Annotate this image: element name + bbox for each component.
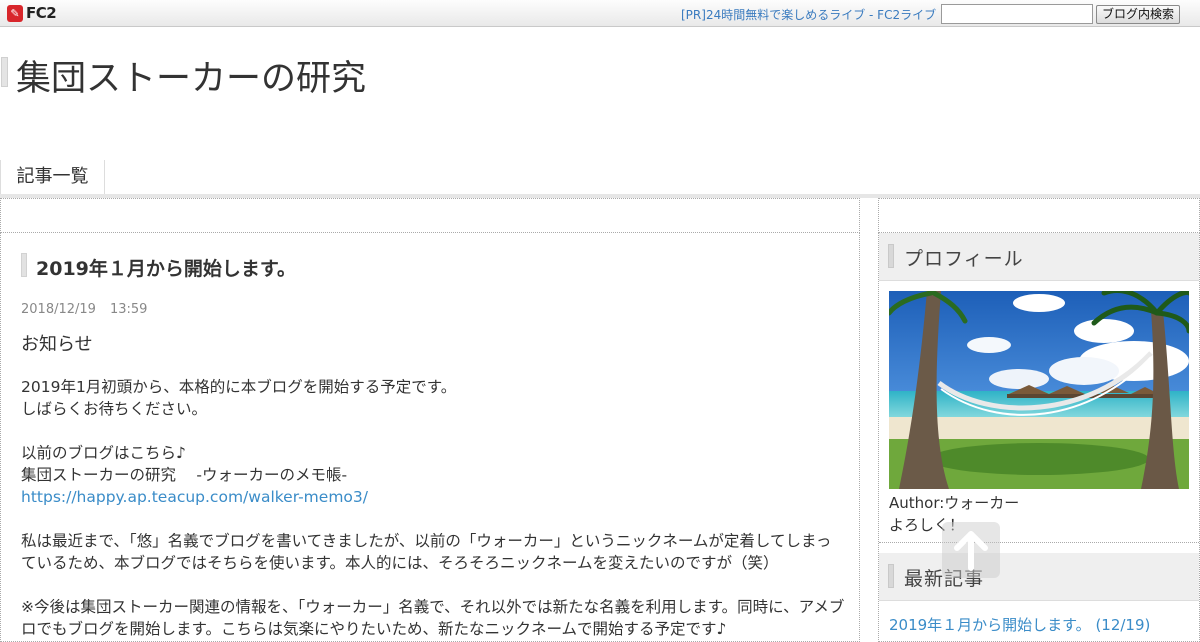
blog-search-button[interactable]: ブログ内検索 bbox=[1096, 5, 1180, 24]
entry-time: 13:59 bbox=[109, 302, 148, 317]
entry-datetime: 2018/12/19 13:59 bbox=[21, 302, 147, 317]
entry-date: 2018/12/19 bbox=[21, 302, 96, 317]
entry-category: お知らせ bbox=[21, 334, 93, 355]
entry-paragraph: 2019年1月初頭から、本格的に本ブログを開始する予定です。 しばらくお待ちくだ… bbox=[21, 378, 457, 418]
scroll-to-top-button[interactable] bbox=[942, 522, 1000, 578]
entry-paragraph: 以前のブログはこちら♪ 集団ストーカーの研究 -ウォーカーのメモ帳- bbox=[21, 444, 348, 484]
fc2-logo[interactable]: ✎ FC2 bbox=[7, 4, 57, 22]
profile-author: Author:ウォーカー bbox=[889, 494, 1020, 512]
old-blog-link[interactable]: https://happy.ap.teacup.com/walker-memo3… bbox=[21, 488, 368, 506]
hammock-beach-image bbox=[889, 291, 1189, 489]
entry-paragraph: 私は最近まで、「悠」名義でブログを書いてきましたが、以前の「ウォーカー」というニ… bbox=[21, 532, 832, 572]
nav-item-article-list[interactable]: 記事一覧 bbox=[0, 160, 105, 194]
entry-paragraph: ※今後は集団ストーカー関連の情報を、「ウォーカー」名義で、それ以外では新たな名義… bbox=[21, 598, 845, 638]
profile-heading-label: プロフィール bbox=[904, 248, 1024, 270]
fc2-top-bar: ✎ FC2 [PR]24時間無料で楽しめるライブ - FC2ライブ ブログ内検索 bbox=[0, 0, 1200, 27]
sidebar-divider bbox=[879, 542, 1199, 543]
entry-body: 2019年1月初頭から、本格的に本ブログを開始する予定です。 しばらくお待ちくだ… bbox=[21, 376, 846, 640]
entry-title[interactable]: 2019年１月から開始します。 bbox=[36, 254, 296, 281]
sidebar-column-top bbox=[878, 198, 1200, 233]
blog-title[interactable]: 集団ストーカーの研究 bbox=[16, 50, 366, 101]
title-marker bbox=[1, 57, 8, 87]
fc2-logo-text: FC2 bbox=[26, 4, 57, 22]
main-nav: 記事一覧 bbox=[0, 160, 1200, 198]
fc2-logo-icon: ✎ bbox=[7, 4, 23, 22]
entry-title-marker bbox=[21, 253, 27, 277]
profile-heading: プロフィール bbox=[879, 233, 1199, 281]
main-column-top bbox=[0, 198, 860, 233]
recent-post-link[interactable]: 2019年１月から開始します。 (12/19) bbox=[889, 614, 1150, 635]
pr-ad-link[interactable]: [PR]24時間無料で楽しめるライブ - FC2ライブ bbox=[681, 6, 936, 23]
recent-posts-heading: 最新記事 bbox=[879, 553, 1199, 601]
profile-image bbox=[889, 291, 1189, 489]
arrow-up-icon bbox=[954, 531, 988, 571]
heading-marker bbox=[888, 564, 894, 588]
heading-marker bbox=[888, 244, 894, 268]
blog-search-input[interactable] bbox=[941, 4, 1093, 24]
